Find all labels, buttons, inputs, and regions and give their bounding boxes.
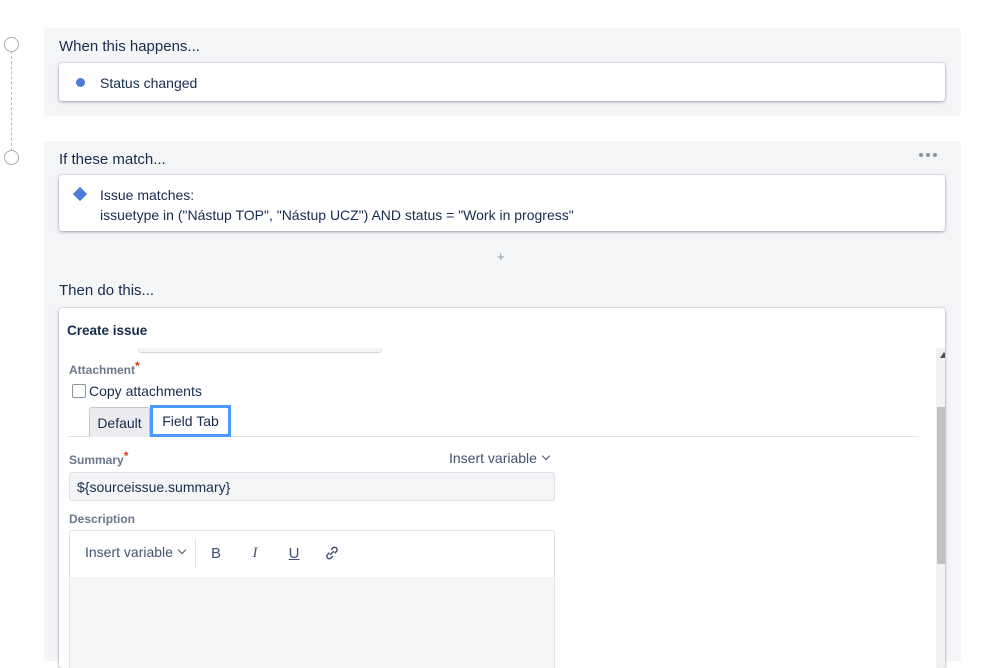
scrollbar-thumb[interactable] (937, 407, 945, 564)
tab-default[interactable]: Default (89, 407, 150, 437)
bold-button[interactable]: B (206, 543, 226, 563)
chevron-down-icon (541, 451, 551, 461)
trigger-dot-icon (76, 78, 85, 87)
form-scroll-area[interactable]: Attachment* Copy attachments Default Fie… (59, 348, 939, 668)
underline-button[interactable]: U (284, 543, 304, 563)
form-scrollbar[interactable] (936, 348, 945, 668)
summary-label: Summary* (69, 449, 128, 467)
trigger-section: When this happens... Status changed (44, 28, 961, 116)
timeline-connector (11, 51, 12, 151)
copy-attachments-checkbox[interactable] (72, 384, 86, 398)
insert-variable-label: Insert variable (449, 450, 537, 466)
description-label: Description (69, 512, 136, 526)
scroll-up-arrow-icon[interactable] (940, 352, 945, 358)
summary-label-text: Summary (69, 453, 124, 467)
editor-body[interactable] (70, 577, 554, 668)
condition-card[interactable]: Issue matches: issuetype in ("Nástup TOP… (59, 175, 945, 231)
condition-diamond-icon (72, 186, 88, 202)
previous-field-stub (138, 348, 382, 352)
editor-insert-variable-button[interactable]: Insert variable (85, 544, 187, 560)
action-title: Then do this... (59, 282, 155, 299)
condition-jql: issuetype in ("Nástup TOP", "Nástup UCZ"… (100, 207, 574, 223)
attachment-label-text: Attachment (69, 363, 136, 377)
tab-field-tab[interactable]: Field Tab (150, 405, 231, 437)
trigger-event-label: Status changed (100, 75, 198, 91)
condition-title: If these match... (59, 151, 166, 168)
copy-attachments-option[interactable]: Copy attachments (72, 383, 202, 399)
required-marker: * (123, 449, 129, 463)
attachment-label: Attachment* (69, 359, 140, 377)
trigger-title: When this happens... (59, 38, 200, 55)
chevron-down-icon (177, 545, 187, 555)
link-icon[interactable] (322, 543, 342, 563)
required-marker: * (135, 359, 140, 373)
italic-button[interactable]: I (245, 543, 265, 563)
copy-attachments-label: Copy attachments (89, 383, 202, 399)
timeline-node-trigger (4, 37, 19, 52)
more-horizontal-icon[interactable] (919, 153, 937, 157)
summary-insert-variable-button[interactable]: Insert variable (449, 450, 551, 466)
trigger-card[interactable]: Status changed (59, 63, 945, 101)
create-issue-title: Create issue (67, 323, 148, 338)
editor-toolbar: Insert variable B I U (70, 531, 554, 577)
condition-label: Issue matches: (100, 187, 195, 203)
summary-input[interactable] (69, 472, 555, 501)
description-editor[interactable]: Insert variable B I U (69, 530, 555, 668)
toolbar-separator (195, 539, 196, 569)
add-component-button[interactable]: + (497, 249, 505, 264)
condition-section: If these match... Issue matches: issuety… (44, 141, 961, 668)
create-issue-card: Create issue Attachment* Copy attachment… (59, 308, 945, 668)
timeline-node-condition (4, 150, 19, 165)
insert-variable-label: Insert variable (85, 544, 173, 560)
